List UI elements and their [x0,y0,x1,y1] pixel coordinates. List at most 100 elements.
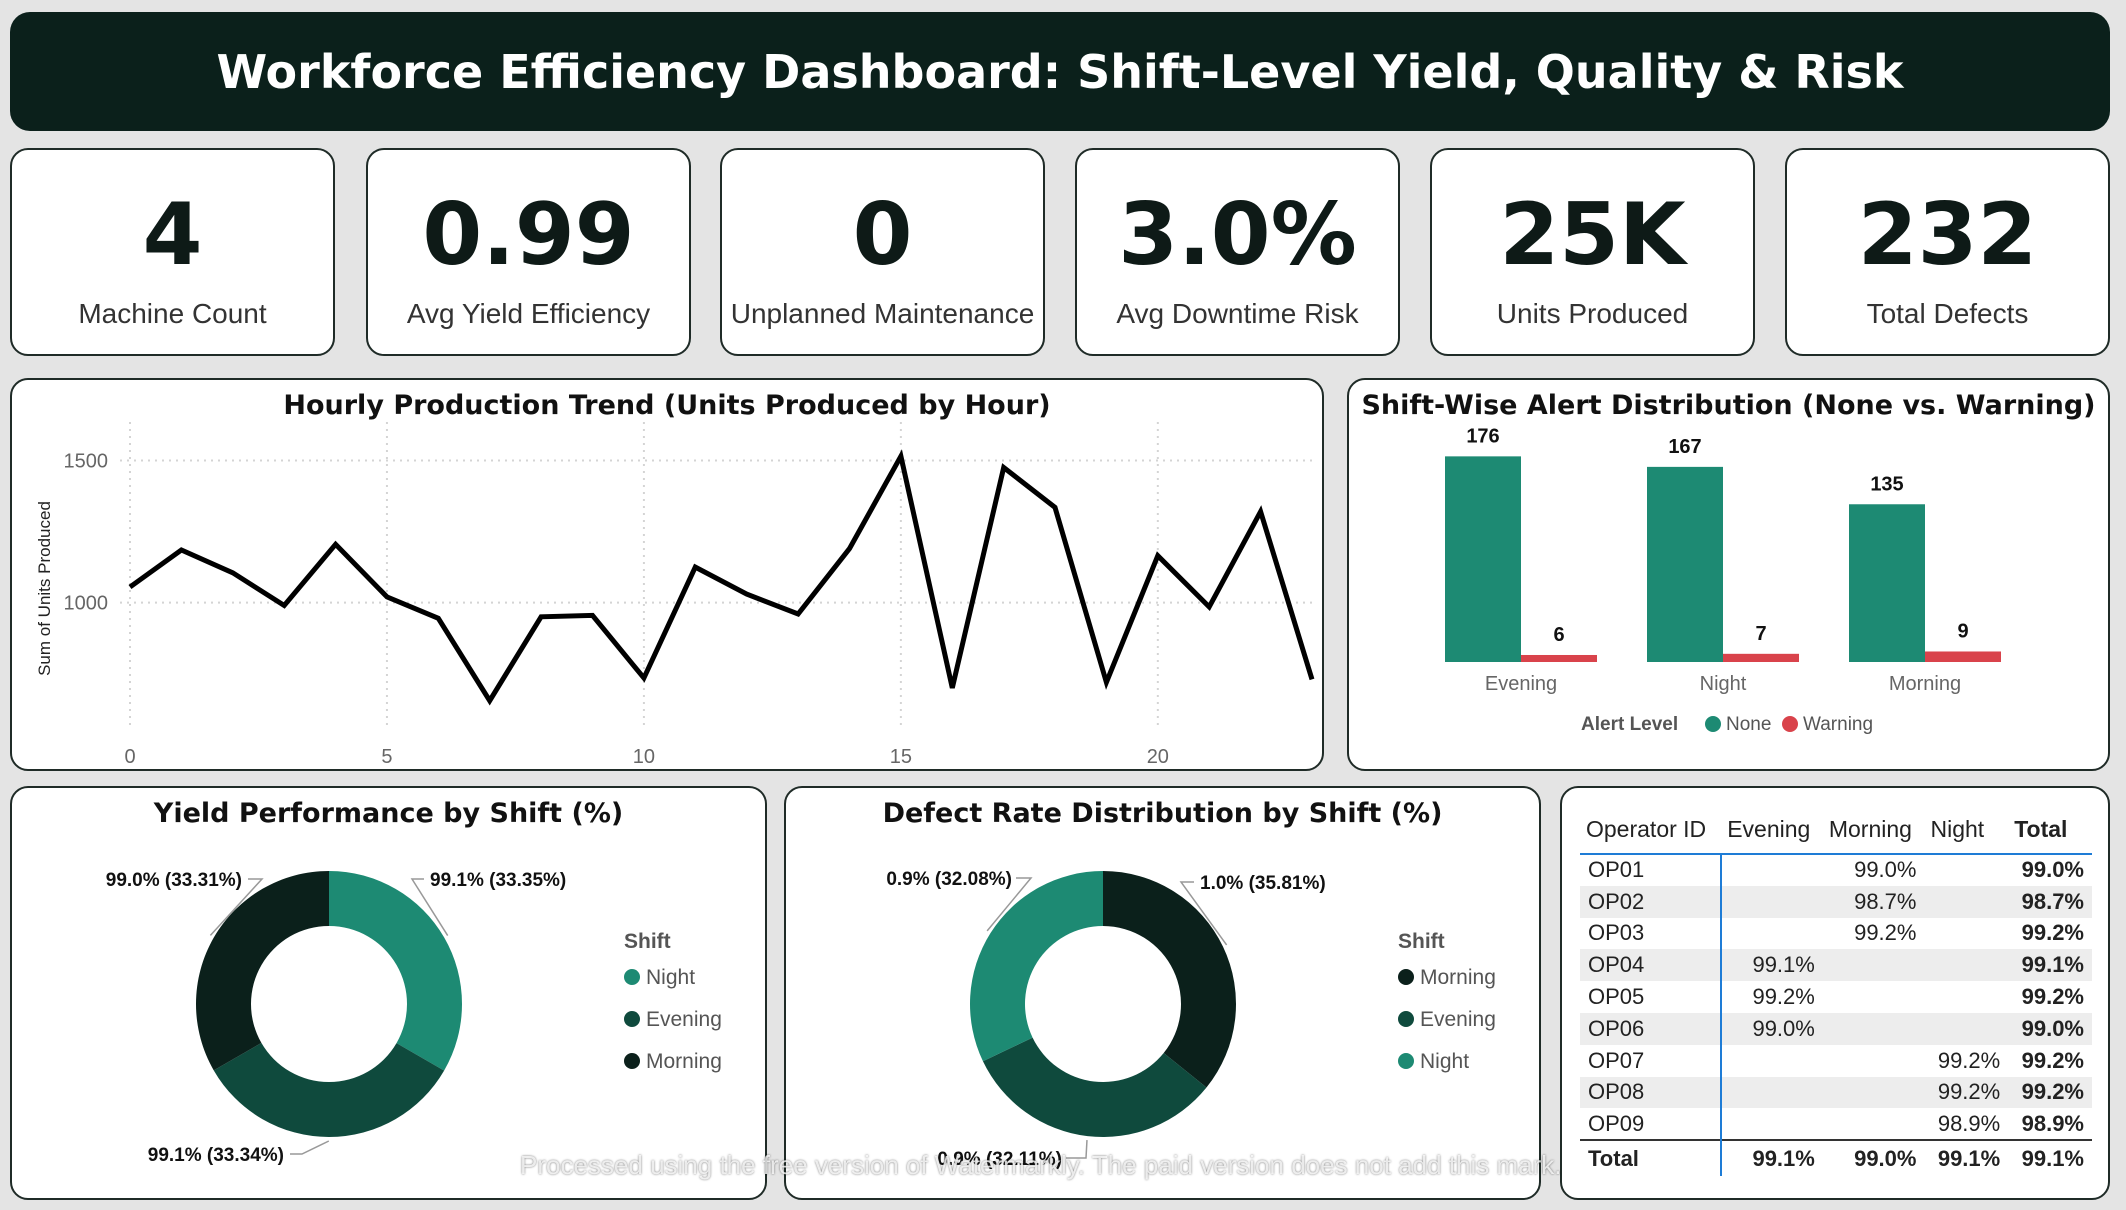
slice-night[interactable] [329,871,462,1071]
bar-data-label: 9 [1957,620,1968,642]
kpi-card-machine-count[interactable]: 4 Machine Count [10,148,335,356]
line-point[interactable] [1052,504,1058,510]
table-row[interactable]: OP05 99.2% 99.2% [1580,981,2092,1013]
column-header-evening[interactable]: Evening [1721,806,1823,855]
line-point[interactable] [590,612,596,618]
alert-distribution-chart-panel[interactable]: Shift-Wise Alert Distribution (None vs. … [1347,378,2110,771]
bar-none[interactable] [1849,504,1925,662]
table-row[interactable]: OP02 98.7% 98.7% [1580,885,2092,918]
line-point[interactable] [641,675,647,681]
operator-id-cell: OP07 [1580,1044,1723,1077]
column-header-morning[interactable]: Morning [1822,806,1925,855]
legend-item-label[interactable]: Night [646,966,695,989]
column-header-total[interactable]: Total [2008,806,2092,855]
kpi-card-avg-yield-efficiency[interactable]: 0.99 Avg Yield Efficiency [366,148,691,356]
slice-data-label: 0.9% (32.08%) [886,869,1012,890]
kpi-value: 25K [1499,185,1686,285]
bar-data-label: 167 [1668,436,1701,458]
table-total-row: Total 99.1% 99.0% 99.1% 99.1% [1580,1139,2092,1177]
line-point[interactable] [281,602,287,608]
table-row[interactable]: OP06 99.0% 99.0% [1580,1012,2092,1045]
table-row[interactable]: OP01 99.0% 99.0% [1580,854,2092,886]
slice-morning[interactable] [1103,871,1236,1088]
line-point[interactable] [949,685,955,691]
bar-data-label: 176 [1466,425,1499,447]
column-header-operator-id[interactable]: Operator ID [1580,806,1722,855]
operator-id-cell: OP02 [1580,885,1723,918]
legend-item-label[interactable]: Evening [646,1008,722,1031]
kpi-card-total-defects[interactable]: 232 Total Defects [1785,148,2110,356]
column-header-night[interactable]: Night [1924,806,2009,855]
table-row[interactable]: OP08 99.2% 99.2% [1580,1076,2092,1109]
operator-id-cell: OP05 [1580,981,1723,1013]
legend-item-label[interactable]: Night [1420,1050,1469,1073]
table-row[interactable]: OP04 99.1% 99.1% [1580,949,2092,982]
slice-morning[interactable] [196,871,329,1071]
legend-item-label[interactable]: Evening [1420,1008,1496,1031]
legend-marker [1782,716,1798,732]
operator-yield-table-panel[interactable]: Operator ID Evening Morning Night Total … [1560,786,2110,1200]
kpi-value: 232 [1857,185,2038,285]
bar-data-label: 7 [1755,623,1766,645]
kpi-label: Avg Yield Efficiency [406,298,651,329]
slice-night[interactable] [970,871,1103,1062]
category-label: Night [1700,673,1747,695]
line-point[interactable] [487,698,493,704]
line-point[interactable] [692,564,698,570]
legend-item-label[interactable]: Morning [646,1050,722,1073]
legend-item-label[interactable]: Morning [1420,966,1496,989]
x-tick-label: 20 [1147,746,1169,768]
line-point[interactable] [1309,676,1315,682]
legend-item-label[interactable]: None [1726,714,1771,735]
kpi-label: Machine Count [78,298,267,329]
kpi-value: 4 [142,185,203,285]
line-point[interactable] [744,591,750,597]
dashboard-title: Workforce Efficiency Dashboard: Shift-Le… [10,12,2110,131]
yield-performance-chart-panel[interactable]: Yield Performance by Shift (%) 99.1% (33… [10,786,767,1200]
line-point[interactable] [127,584,133,590]
bar-data-label: 135 [1870,473,1903,495]
legend-marker [1705,716,1721,732]
line-point[interactable] [230,570,236,576]
table-row[interactable]: OP07 99.2% 99.2% [1580,1044,2092,1077]
kpi-card-unplanned-maintenance[interactable]: 0 Unplanned Maintenance [720,148,1045,356]
line-point[interactable] [333,541,339,547]
hourly-production-chart-panel[interactable]: Hourly Production Trend (Units Produced … [10,378,1324,771]
yield-cell [1924,885,2009,918]
legend-item-label[interactable]: Warning [1803,714,1873,735]
line-point[interactable] [1206,604,1212,610]
kpi-value: 3.0% [1118,185,1357,285]
slice-data-label: 99.1% (33.35%) [430,870,566,891]
line-point[interactable] [795,611,801,617]
bar-none[interactable] [1647,466,1723,662]
line-point[interactable] [1103,679,1109,685]
line-point[interactable] [1155,553,1161,559]
yield-cell [1822,1076,1925,1109]
table-row[interactable]: OP09 98.9% 98.9% [1580,1108,2092,1141]
line-point[interactable] [846,546,852,552]
kpi-card-units-produced[interactable]: 25K Units Produced [1430,148,1755,356]
line-point[interactable] [435,615,441,621]
kpi-card-avg-downtime-risk[interactable]: 3.0% Avg Downtime Risk [1075,148,1400,356]
bar-warning[interactable] [1521,654,1597,662]
legend-marker [624,1011,640,1027]
slice-evening[interactable] [213,1042,445,1137]
yield-cell [1823,1045,1925,1077]
bar-warning[interactable] [1925,651,2001,662]
line-point[interactable] [538,614,544,620]
total-row-cell: 99.1% [1721,1139,1823,1177]
bar-none[interactable] [1445,456,1521,662]
line-point[interactable] [898,453,904,459]
units-produced-line[interactable] [128,449,1315,706]
yield-cell [1924,981,2008,1013]
table-row[interactable]: OP03 99.2% 99.2% [1580,917,2092,950]
operator-id-cell: OP03 [1580,917,1723,950]
line-point[interactable] [1258,509,1264,515]
defect-rate-chart-panel[interactable]: Defect Rate Distribution by Shift (%) 1.… [784,786,1541,1200]
line-point[interactable] [178,547,184,553]
operator-id-cell: OP01 [1580,854,1723,886]
line-point[interactable] [384,594,390,600]
line-point[interactable] [1001,465,1007,471]
slice-data-label: 99.1% (33.34%) [148,1145,284,1166]
bar-warning[interactable] [1723,653,1799,662]
